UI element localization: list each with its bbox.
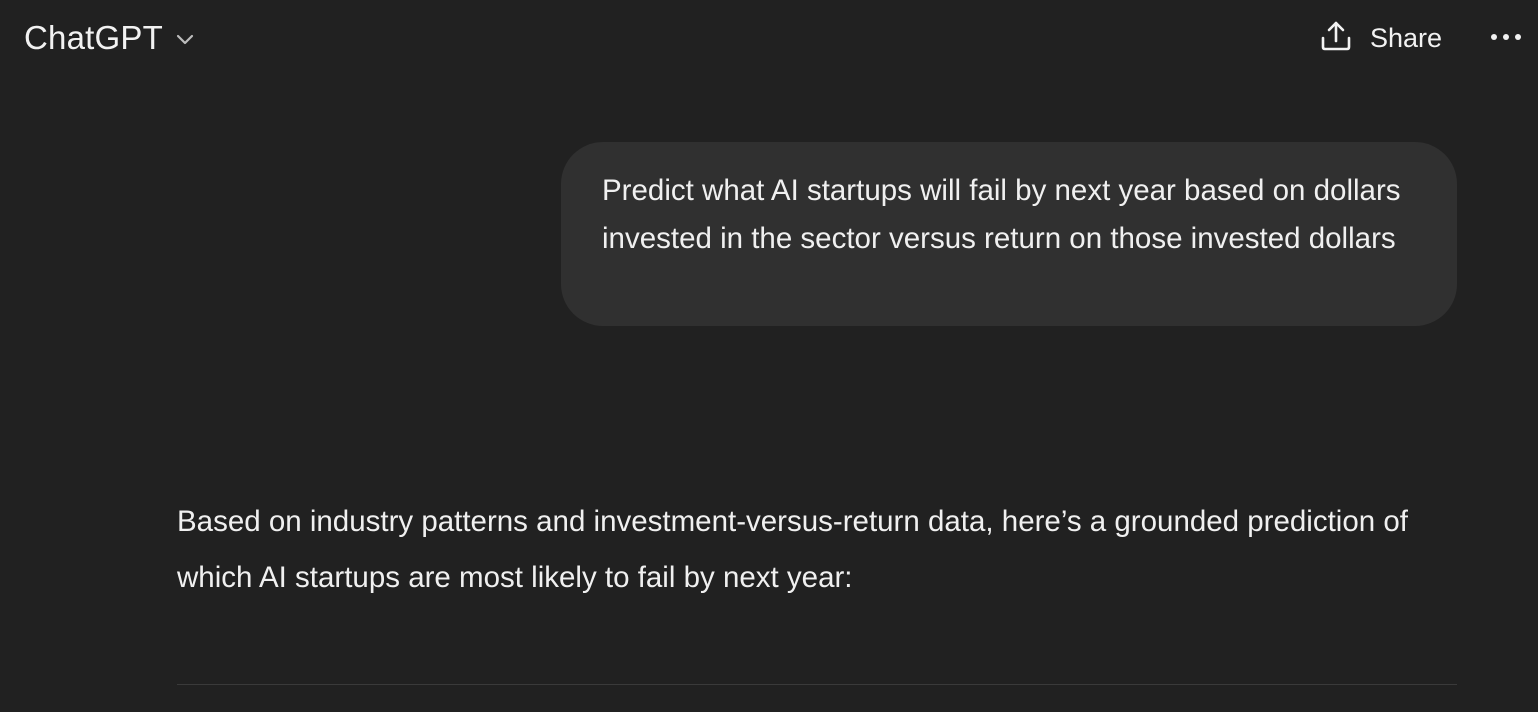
- model-name: ChatGPT: [24, 19, 163, 56]
- assistant-message-text: Based on industry patterns and investmen…: [177, 505, 1408, 594]
- ellipsis-icon: [1490, 29, 1522, 47]
- share-icon: [1318, 18, 1354, 59]
- model-switcher-button[interactable]: ChatGPT: [24, 16, 197, 60]
- share-label: Share: [1370, 22, 1443, 53]
- user-message-text: Predict what AI startups will fail by ne…: [602, 174, 1401, 255]
- divider: [177, 684, 1457, 685]
- top-bar: ChatGPT Share: [0, 0, 1538, 78]
- more-options-button[interactable]: [1484, 20, 1528, 56]
- share-button[interactable]: Share: [1318, 16, 1442, 60]
- chevron-down-icon: [173, 27, 197, 51]
- chat-page: ChatGPT Share Predict what AI startups w…: [0, 0, 1538, 712]
- user-message-bubble: Predict what AI startups will fail by ne…: [561, 142, 1457, 326]
